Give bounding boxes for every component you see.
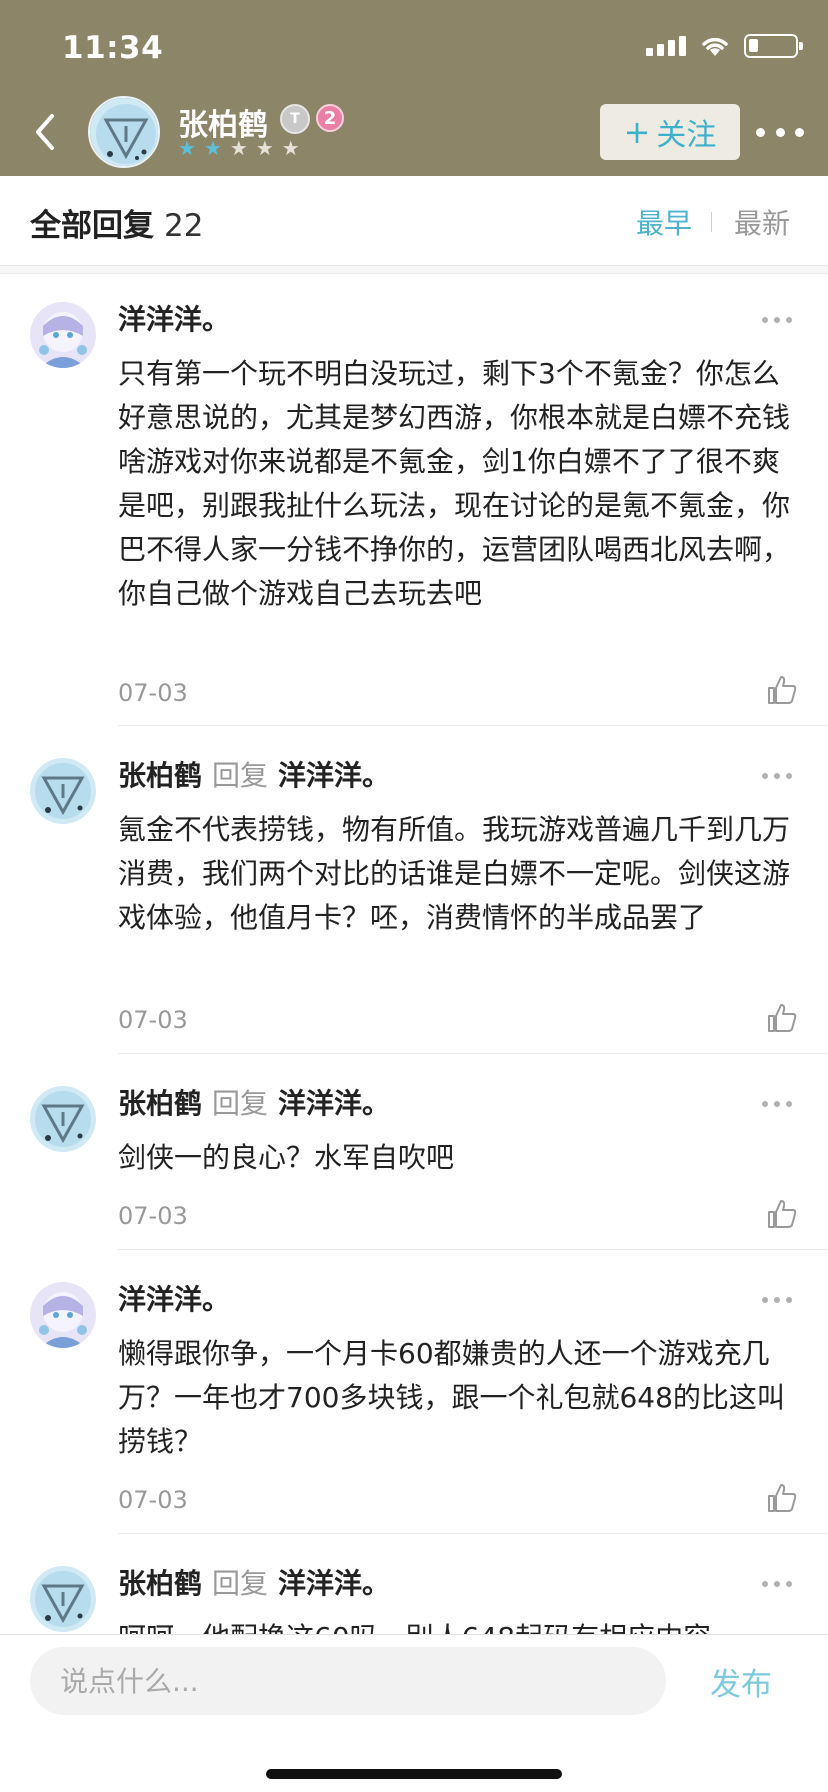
replies-title-label: 全部回复	[30, 208, 154, 244]
star-icon: ★	[281, 136, 300, 160]
replies-header: 全部回复 22 最早 最新	[0, 176, 828, 266]
thumbs-up-icon[interactable]	[766, 1198, 798, 1230]
replies-title: 全部回复 22	[30, 200, 203, 245]
bottom-input-bar: 发布	[0, 1634, 828, 1792]
status-time: 11:34	[62, 30, 164, 66]
comment-avatar[interactable]	[30, 1566, 96, 1632]
comment-input[interactable]	[30, 1647, 666, 1715]
comment-more-icon[interactable]	[762, 1094, 792, 1114]
star-icon: ★	[229, 136, 248, 160]
comment-date: 07-03	[118, 1486, 188, 1514]
reply-target[interactable]: 洋洋洋。	[278, 1567, 390, 1600]
battery-icon	[744, 34, 803, 58]
plus-icon: +	[623, 113, 651, 151]
star-rating: ★ ★ ★ ★ ★	[178, 138, 300, 158]
comment-author[interactable]: 洋洋洋。	[118, 1283, 230, 1316]
reply-word: 回复	[212, 1567, 269, 1600]
reply-word: 回复	[212, 759, 269, 792]
comment-header: 洋洋洋。	[118, 302, 230, 338]
follow-button[interactable]: + 关注	[600, 104, 740, 160]
reply-target[interactable]: 洋洋洋。	[278, 759, 390, 792]
comment-more-icon[interactable]	[762, 310, 792, 330]
comment-header: 张柏鹤 回复 洋洋洋。	[118, 758, 390, 794]
sort-newest-tab[interactable]: 最新	[734, 202, 790, 242]
comment-item: 张柏鹤 回复 洋洋洋。 剑侠一的良心？水军自吹吧 07-03	[0, 1054, 828, 1250]
more-options-icon[interactable]	[756, 112, 804, 152]
comment-header: 张柏鹤 回复 洋洋洋。	[118, 1566, 390, 1602]
thumbs-up-icon[interactable]	[766, 1002, 798, 1034]
comment-date: 07-03	[118, 679, 188, 707]
comment-text: 只有第一个玩不明白没玩过，剩下3个不氪金？你怎么好意思说的，尤其是梦幻西游，你根…	[118, 357, 791, 610]
comment-avatar[interactable]	[30, 758, 96, 824]
comment-author[interactable]: 张柏鹤	[118, 759, 202, 792]
home-indicator[interactable]	[266, 1769, 562, 1779]
status-icons	[646, 34, 803, 58]
star-icon: ★	[178, 136, 196, 160]
app-root: 11:34 张柏鹤 T 2 ★ ★ ★ ★ ★ + 关注 全部回复 22 最早 …	[0, 0, 828, 1792]
comment-item: 洋洋洋。 懒得跟你争，一个月卡60都嫌贵的人还一个游戏充几万？一年也才700多块…	[0, 1250, 828, 1534]
comment-header: 张柏鹤 回复 洋洋洋。	[118, 1086, 390, 1122]
comment-header: 洋洋洋。	[118, 1282, 230, 1318]
comment-item: 洋洋洋。 只有第一个玩不明白没玩过，剩下3个不氪金？你怎么好意思说的，尤其是梦幻…	[0, 274, 828, 726]
comment-date: 07-03	[118, 1202, 188, 1230]
thumbs-up-icon[interactable]	[766, 674, 798, 706]
cellular-signal-icon	[646, 36, 686, 56]
comment-more-icon[interactable]	[762, 766, 792, 786]
reply-word: 回复	[212, 1087, 269, 1120]
comment-item: 张柏鹤 回复 洋洋洋。 氪金不代表捞钱，物有所值。我玩游戏普遍几千到几万消费，我们两…	[0, 726, 828, 1054]
star-icon: ★	[203, 136, 222, 160]
comment-more-icon[interactable]	[762, 1290, 792, 1310]
comment-avatar[interactable]	[30, 1282, 96, 1348]
wifi-icon	[702, 37, 728, 56]
thumbs-up-icon[interactable]	[766, 1482, 798, 1514]
follow-label: 关注	[656, 118, 717, 153]
comment-author[interactable]: 张柏鹤	[118, 1087, 202, 1120]
comment-text: 懒得跟你争，一个月卡60都嫌贵的人还一个游戏充几万？一年也才700多块钱，跟一个…	[118, 1337, 785, 1458]
comment-author[interactable]: 张柏鹤	[118, 1567, 202, 1600]
comment-author[interactable]: 洋洋洋。	[118, 303, 230, 336]
number-badge: 2	[316, 104, 344, 132]
back-arrow-icon[interactable]	[28, 110, 62, 154]
comment-text: 剑侠一的良心？水军自吹吧	[118, 1141, 455, 1174]
sort-earliest-tab[interactable]: 最早	[636, 202, 692, 242]
header-avatar[interactable]	[88, 96, 160, 168]
sort-divider	[711, 212, 712, 232]
star-icon: ★	[255, 136, 274, 160]
level-badge: T	[280, 104, 310, 134]
top-bar: 11:34 张柏鹤 T 2 ★ ★ ★ ★ ★ + 关注	[0, 0, 828, 176]
publish-button[interactable]: 发布	[710, 1659, 772, 1704]
comment-avatar[interactable]	[30, 1086, 96, 1152]
comment-text: 氪金不代表捞钱，物有所值。我玩游戏普遍几千到几万消费，我们两个对比的话谁是白嫖不…	[118, 813, 791, 934]
reply-target[interactable]: 洋洋洋。	[278, 1087, 390, 1120]
comment-more-icon[interactable]	[762, 1574, 792, 1594]
section-divider	[0, 266, 828, 274]
comment-date: 07-03	[118, 1006, 188, 1034]
replies-count: 22	[164, 208, 204, 244]
comment-avatar[interactable]	[30, 302, 96, 368]
